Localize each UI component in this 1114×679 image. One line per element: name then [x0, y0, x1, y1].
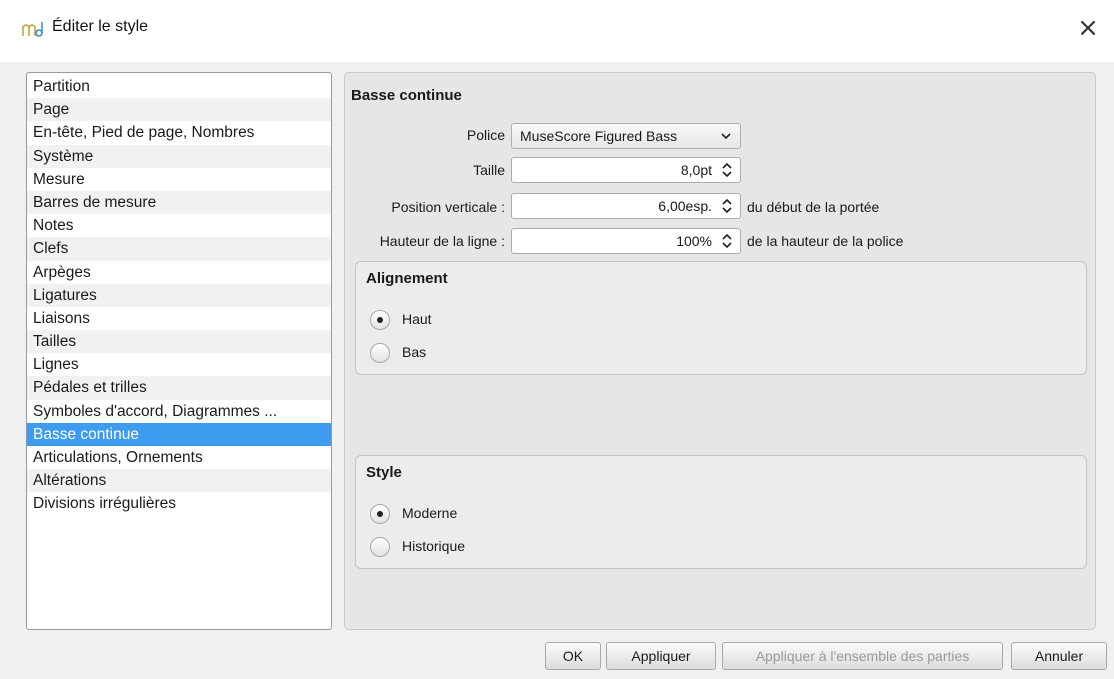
title-bar: Éditer le style ×: [0, 0, 1114, 62]
sidebar-item-tailles[interactable]: Tailles: [27, 330, 331, 354]
radio-button[interactable]: [370, 343, 390, 363]
ok-button[interactable]: OK: [545, 642, 601, 670]
sidebar-item-basse-continue[interactable]: Basse continue: [27, 422, 331, 446]
sidebar-item-page[interactable]: Page: [27, 98, 331, 122]
alignment-group: Alignement Haut Bas: [355, 261, 1087, 375]
line-height-value: 100%: [676, 233, 712, 249]
sidebar-item-articulations[interactable]: Articulations, Ornements: [27, 446, 331, 469]
spin-arrows-icon[interactable]: [720, 195, 734, 217]
sidebar-item-systeme[interactable]: Système: [27, 144, 331, 168]
sidebar-item-partition[interactable]: Partition: [27, 75, 331, 98]
radio-label: Historique: [402, 538, 466, 554]
radio-dot: [377, 317, 383, 323]
font-select[interactable]: MuseScore Figured Bass: [511, 123, 741, 149]
chevron-down-icon: [721, 133, 731, 140]
vpos-label: Position verticale :: [391, 199, 505, 215]
style-group: Style Moderne Historique: [355, 455, 1087, 569]
vpos-spinbox[interactable]: 6,00esp.: [511, 193, 741, 219]
radio-button[interactable]: [370, 504, 390, 524]
sidebar-item-barres[interactable]: Barres de mesure: [27, 190, 331, 215]
style-title: Style: [366, 464, 402, 481]
section-title: Basse continue: [351, 87, 462, 104]
vpos-suffix: du début de la portée: [747, 199, 880, 215]
sidebar-item-arpeges[interactable]: Arpèges: [27, 261, 331, 284]
line-height-label: Hauteur de la ligne :: [379, 233, 505, 249]
window-title: Éditer le style: [52, 18, 149, 35]
settings-panel: Basse continue Police MuseScore Figured …: [344, 72, 1096, 630]
radio-button[interactable]: [370, 537, 390, 557]
line-height-spinbox[interactable]: 100%: [511, 228, 741, 254]
sidebar-item-header-footer[interactable]: En-tête, Pied de page, Nombres: [27, 121, 331, 144]
size-label: Taille: [473, 162, 505, 178]
sidebar-item-lignes[interactable]: Lignes: [27, 353, 331, 376]
radio-label: Moderne: [402, 505, 458, 521]
apply-all-parts-button[interactable]: Appliquer à l'ensemble des parties: [722, 642, 1003, 670]
sidebar-item-notes[interactable]: Notes: [27, 214, 331, 237]
musescore-app-icon: [22, 22, 43, 37]
sidebar-item-alterations[interactable]: Altérations: [27, 469, 331, 493]
font-select-value: MuseScore Figured Bass: [520, 128, 678, 144]
cancel-button[interactable]: Annuler: [1011, 642, 1107, 670]
radio-dot: [377, 511, 383, 517]
sidebar-item-symboles-accord[interactable]: Symboles d'accord, Diagrammes ...: [27, 400, 331, 423]
radio-label: Haut: [402, 311, 432, 327]
sidebar-item-divisions[interactable]: Divisions irrégulières: [27, 492, 331, 515]
sidebar-item-mesure[interactable]: Mesure: [27, 168, 331, 191]
sidebar-item-ligatures[interactable]: Ligatures: [27, 283, 331, 307]
close-icon[interactable]: ×: [1074, 14, 1102, 42]
apply-button[interactable]: Appliquer: [606, 642, 716, 670]
vpos-value: 6,00esp.: [658, 198, 712, 214]
spin-arrows-icon[interactable]: [720, 230, 734, 252]
radio-label: Bas: [402, 344, 427, 360]
size-value: 8,0pt: [680, 162, 712, 178]
sidebar-item-pedales[interactable]: Pédales et trilles: [27, 376, 331, 400]
size-spinbox[interactable]: 8,0pt: [511, 157, 741, 183]
alignment-title: Alignement: [366, 270, 448, 287]
sidebar-item-liaisons[interactable]: Liaisons: [27, 307, 331, 330]
style-category-list[interactable]: Partition Page En-tête, Pied de page, No…: [26, 72, 332, 630]
sidebar-item-clefs[interactable]: Clefs: [27, 237, 331, 261]
line-height-suffix: de la hauteur de la police: [747, 233, 904, 249]
radio-button[interactable]: [370, 310, 390, 330]
font-label: Police: [466, 127, 505, 143]
spin-arrows-icon[interactable]: [720, 159, 734, 181]
